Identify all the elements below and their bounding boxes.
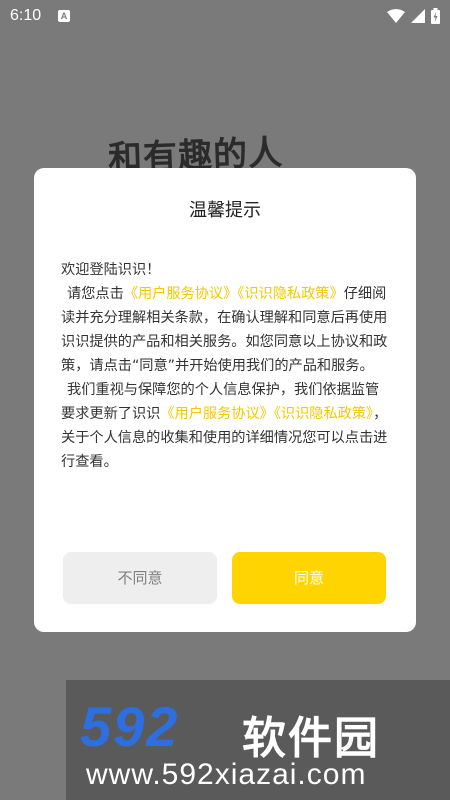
signal-icon xyxy=(411,9,425,23)
dialog-title: 温馨提示 xyxy=(189,200,261,221)
user-agreement-link-2[interactable]: 《用户服务协议》 xyxy=(160,406,274,422)
privacy-dialog: 温馨提示 欢迎登陆识识！ 请您点击《用户服务协议》《识识隐私政策》仔细阅读并充分… xyxy=(34,168,416,632)
privacy-paragraph: 我们重视与保障您的个人信息保护，我们依据监管要求更新了识识《用户服务协议》《识识… xyxy=(61,378,391,474)
disagree-button[interactable]: 不同意 xyxy=(63,552,217,604)
status-bar: 6:10 A xyxy=(0,0,450,32)
greeting-text: 欢迎登陆识识！ xyxy=(61,262,161,278)
watermark-logo: 592 软件园 www.592xiazai.com xyxy=(66,680,450,800)
agree-button[interactable]: 同意 xyxy=(232,552,386,604)
watermark-logo-number: 592 xyxy=(80,695,180,758)
agreement-paragraph: 请您点击《用户服务协议》《识识隐私政策》仔细阅读并充分理解相关条款，在确认理解和… xyxy=(61,282,391,378)
watermark-logo-text: 软件园 xyxy=(242,713,380,764)
dialog-body: 欢迎登陆识识！ 请您点击《用户服务协议》《识识隐私政策》仔细阅读并充分理解相关条… xyxy=(61,258,391,474)
wifi-icon xyxy=(387,9,405,23)
status-icons xyxy=(387,7,440,25)
privacy-policy-link[interactable]: 《识识隐私政策》 xyxy=(237,286,343,302)
battery-icon xyxy=(431,8,440,24)
status-time: 6:10 xyxy=(10,7,42,24)
watermark-url: www.592xiazai.com xyxy=(86,758,367,791)
user-agreement-link[interactable]: 《用户服务协议》 xyxy=(124,286,238,302)
notification-a-icon: A xyxy=(58,10,70,22)
privacy-policy-link-2[interactable]: 《识识隐私政策》 xyxy=(274,406,373,422)
agreement-intro-text: 请您点击 xyxy=(67,286,124,302)
